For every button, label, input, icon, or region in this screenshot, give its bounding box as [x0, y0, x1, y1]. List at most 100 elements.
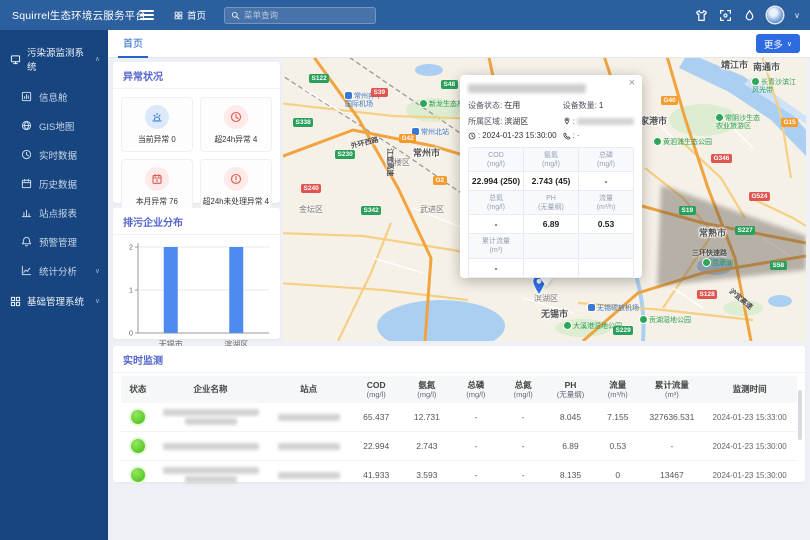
road-badge: S342	[361, 206, 381, 215]
value-cell: -	[500, 441, 547, 451]
flame-icon[interactable]	[743, 9, 756, 22]
monitor-time-cell: 2024-01-23 15:33:00	[702, 413, 797, 422]
tab-bar: 首页 更多 ∨	[108, 30, 810, 58]
sidebar-item-label: 历史数据	[39, 177, 77, 191]
stat-card-over-24h-abnormal[interactable]: 超24h异常 4	[200, 97, 272, 152]
svg-text:2: 2	[129, 243, 133, 252]
chevron-down-icon[interactable]: ∨	[794, 11, 800, 20]
gis-map[interactable]: 南通市靖江市张家港市常州市钟楼区金坛区武进区常熟市滨湖区无锡市新龙生态林黄泗浦生…	[283, 58, 806, 341]
table-scrollbar[interactable]	[798, 390, 802, 440]
sidebar-group-pollution-monitoring[interactable]: 污染源监测系统∧	[0, 36, 108, 82]
stat-card-current-abnormal[interactable]: 当前异常 0	[121, 97, 193, 152]
phone: :·	[563, 131, 634, 140]
alert-circle-icon	[224, 167, 248, 191]
stat-card-label: 超24h异常 4	[214, 134, 257, 145]
stat-card-month-abnormal[interactable]: 本月异常 76	[121, 159, 193, 214]
more-button[interactable]: 更多 ∨	[756, 34, 800, 53]
road-badge: S338	[293, 118, 313, 127]
siren-icon	[145, 105, 169, 129]
metric-header: COD(mg/l)	[469, 148, 524, 172]
redacted-text	[163, 467, 259, 474]
history-icon	[21, 178, 32, 189]
dashboard-icon	[21, 91, 32, 102]
sidebar-group-basic-management[interactable]: 基础管理系统∨	[0, 285, 108, 317]
enterprise-name-cell	[155, 465, 267, 485]
metric-header: PH(无量纲)	[524, 191, 579, 215]
value-cell: -	[452, 441, 499, 451]
sidebar-item-station-report[interactable]: 站点报表	[0, 198, 108, 227]
enterprise-name-cell	[155, 441, 267, 452]
address: :	[563, 116, 634, 127]
system-icon	[10, 296, 21, 307]
metric-value: -	[579, 172, 633, 191]
sidebar-item-gis-map[interactable]: GIS地图	[0, 111, 108, 140]
sidebar-item-realtime-data[interactable]: 实时数据	[0, 140, 108, 169]
sidebar-item-label: 信息舱	[39, 90, 68, 104]
value-cell: -	[641, 441, 702, 451]
sidebar-item-alert-management[interactable]: 预警管理	[0, 227, 108, 256]
menu-toggle-icon[interactable]	[140, 10, 154, 20]
metric-value: 22.994 (250)	[469, 172, 524, 191]
sidebar-item-label: 站点报表	[39, 206, 77, 220]
device-count: 设备数量:1	[563, 100, 634, 111]
value-cell: 41.933	[351, 470, 402, 480]
value-cell: 3.593	[402, 470, 453, 480]
value-cell: -	[452, 412, 499, 422]
address-redacted	[577, 118, 634, 125]
region: 所属区域:滨湖区	[468, 116, 563, 127]
device-info-popup: ×设备状态:在用设备数量:1所属区域:滨湖区::2024-01-23 15:30…	[460, 75, 642, 278]
tab-home[interactable]: 首页	[118, 30, 148, 58]
metric-value: 2.743 (45)	[524, 172, 579, 191]
enterprise-name-cell	[155, 407, 267, 427]
menu-search	[224, 7, 376, 24]
pin-icon	[563, 117, 571, 125]
table-row[interactable]: 41.9333.593--8.1350134672024-01-23 15:30…	[121, 461, 797, 490]
avatar[interactable]	[767, 7, 783, 23]
road-badge: G2	[433, 176, 447, 185]
sidebar-item-label: GIS地图	[39, 119, 74, 133]
column-header: 状态	[121, 384, 155, 395]
popup-callout	[539, 277, 553, 286]
distribution-bar-chart: 012无锡市滨湖区	[118, 237, 275, 355]
clock-icon	[468, 132, 476, 140]
clock-icon	[21, 149, 32, 160]
phone-icon	[563, 132, 571, 140]
abnormal-cards-grid: 当前异常 0 超24h异常 4 本月异常 76 超24h未处理异常 4	[113, 89, 280, 222]
bell-icon	[21, 236, 32, 247]
skin-icon[interactable]	[695, 9, 708, 22]
topbar-actions: ∨	[695, 7, 810, 23]
main-area: 首页 更多 ∨ 异常状况 当前异常 0超24h异常 4本月异常 76超24h未处…	[108, 30, 810, 540]
table-header-row: 状态企业名称站点COD(mg/l)氨氮(mg/l)总磷(mg/l)总氮(mg/l…	[121, 376, 797, 403]
chevron-down-icon: ∨	[95, 297, 100, 305]
station-cell	[266, 441, 351, 452]
realtime-table: 状态企业名称站点COD(mg/l)氨氮(mg/l)总磷(mg/l)总氮(mg/l…	[113, 373, 805, 490]
sidebar-item-statistics-analysis[interactable]: 统计分析∨	[0, 256, 108, 285]
stat-card-label: 超24h未处理异常 4	[203, 196, 269, 207]
metric-header: 流量(m³/h)	[579, 191, 633, 215]
panel-title: 实时监测	[113, 346, 805, 373]
search-input[interactable]	[244, 10, 369, 20]
metric-empty	[579, 259, 633, 277]
home-breadcrumb[interactable]: 首页	[174, 8, 206, 22]
chevron-down-icon: ∨	[95, 267, 100, 275]
road-badge: S48	[441, 80, 458, 89]
globe-icon	[21, 120, 32, 131]
column-header: 站点	[266, 384, 351, 395]
close-icon[interactable]: ×	[629, 78, 635, 89]
table-row[interactable]: 65.43712.731--8.0457.155327636.5312024-0…	[121, 403, 797, 432]
sidebar-item-history-data[interactable]: 历史数据	[0, 169, 108, 198]
value-cell: 12.731	[402, 412, 453, 422]
screenshot-icon[interactable]	[719, 9, 732, 22]
realtime-monitoring-panel: 实时监测 状态企业名称站点COD(mg/l)氨氮(mg/l)总磷(mg/l)总氮…	[113, 346, 805, 482]
road-badge: S39	[371, 88, 388, 97]
status-ok-indicator	[131, 468, 145, 482]
stat-card-over-24h-unhandled-abnormal[interactable]: 超24h未处理异常 4	[200, 159, 272, 214]
status-cell	[121, 468, 155, 482]
column-header: 氨氮(mg/l)	[402, 380, 453, 400]
value-cell: 0	[594, 470, 641, 480]
popup-metrics-table: COD(mg/l)氨氮(mg/l)总磷(mg/l)22.994 (250)2.7…	[468, 147, 634, 278]
value-cell: 7.155	[594, 412, 641, 422]
sidebar-item-info-hub[interactable]: 信息舱	[0, 82, 108, 111]
table-row[interactable]: 22.9942.743--6.890.53-2024-01-23 15:30:0…	[121, 432, 797, 461]
value-cell: -	[500, 470, 547, 480]
